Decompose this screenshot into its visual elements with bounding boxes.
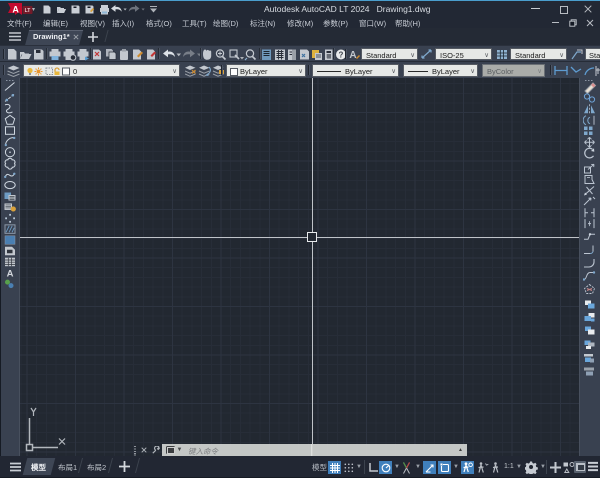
svg-text:?: ? xyxy=(339,50,344,59)
svg-text:LT: LT xyxy=(25,8,31,14)
svg-text:A: A xyxy=(12,4,19,14)
svg-text:A: A xyxy=(349,50,356,60)
svg-text:A: A xyxy=(7,269,14,280)
